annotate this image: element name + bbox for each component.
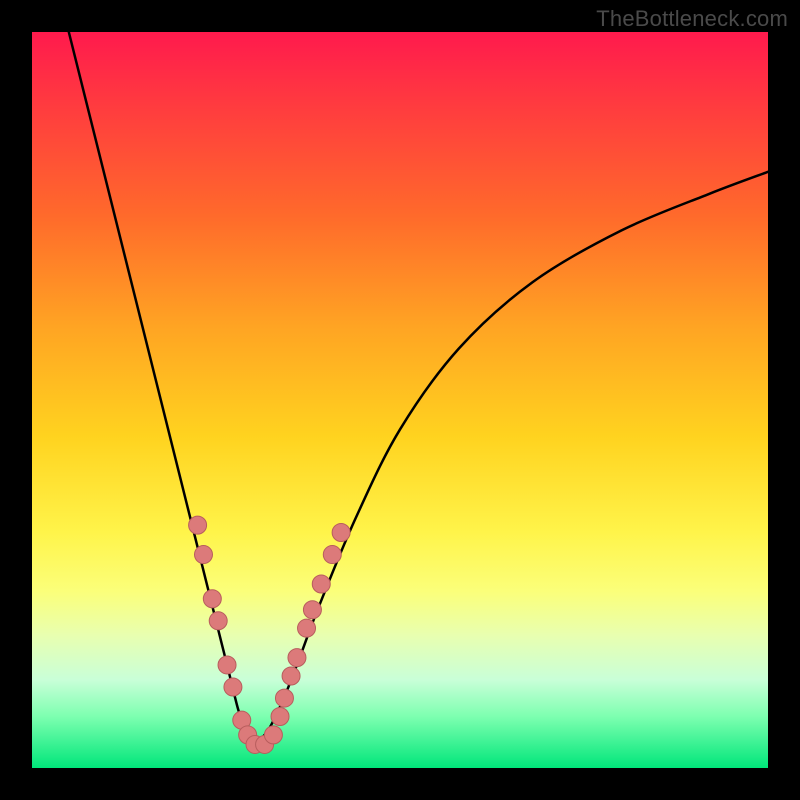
marker-point: [203, 590, 221, 608]
watermark-text: TheBottleneck.com: [596, 6, 788, 32]
marker-point: [224, 678, 242, 696]
marker-point: [288, 649, 306, 667]
marker-point: [194, 546, 212, 564]
series-left-curve: [69, 32, 253, 746]
marker-point: [312, 575, 330, 593]
plot-area: [32, 32, 768, 768]
marker-point: [264, 726, 282, 744]
marker-group: [189, 516, 351, 753]
marker-point: [282, 667, 300, 685]
marker-point: [332, 523, 350, 541]
chart-svg: [32, 32, 768, 768]
marker-point: [209, 612, 227, 630]
marker-point: [189, 516, 207, 534]
marker-point: [303, 601, 321, 619]
outer-frame: TheBottleneck.com: [0, 0, 800, 800]
marker-point: [218, 656, 236, 674]
series-right-curve: [253, 172, 768, 746]
curve-group: [69, 32, 768, 746]
marker-point: [271, 707, 289, 725]
marker-point: [298, 619, 316, 637]
marker-point: [275, 689, 293, 707]
marker-point: [323, 546, 341, 564]
